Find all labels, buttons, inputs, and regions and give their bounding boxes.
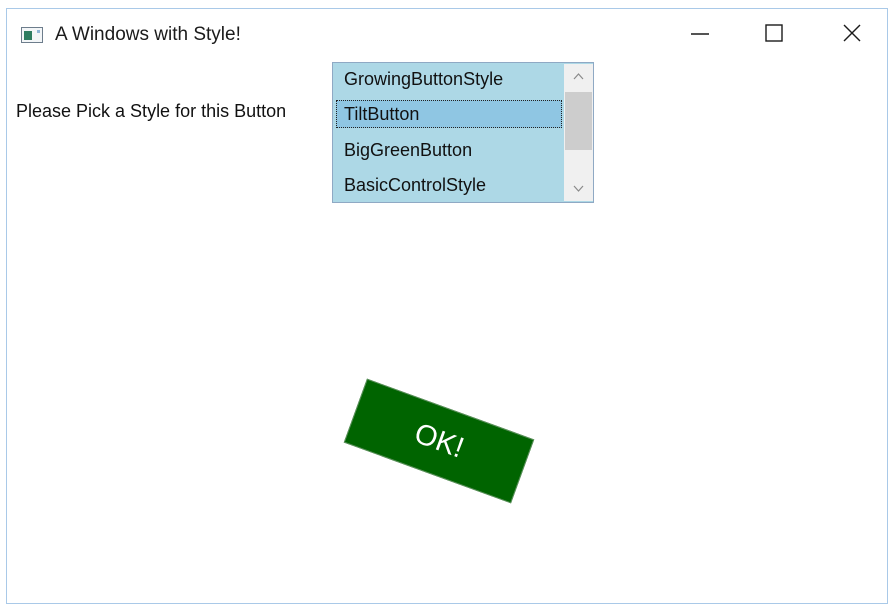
window-title: A Windows with Style! xyxy=(55,24,241,45)
close-icon xyxy=(843,24,861,42)
chevron-down-icon xyxy=(573,185,584,192)
listbox-scrollbar[interactable] xyxy=(564,64,593,201)
scroll-thumb[interactable] xyxy=(565,92,592,150)
list-item-big-green-button[interactable]: BigGreenButton xyxy=(336,136,562,164)
scroll-up-button[interactable] xyxy=(564,64,593,90)
title-bar[interactable]: A Windows with Style! xyxy=(7,9,887,55)
ok-button-label: OK! xyxy=(410,416,469,465)
minimize-button[interactable] xyxy=(663,9,737,55)
maximize-icon xyxy=(765,24,783,42)
scroll-down-button[interactable] xyxy=(564,175,593,201)
list-item-basic-control-style[interactable]: BasicControlStyle xyxy=(336,171,562,199)
maximize-button[interactable] xyxy=(737,9,811,55)
list-item-tilt-button[interactable]: TiltButton xyxy=(336,100,562,128)
minimize-icon xyxy=(691,33,709,35)
prompt-label: Please Pick a Style for this Button xyxy=(16,101,287,121)
style-listbox[interactable]: GrowingButtonStyle TiltButton BigGreenBu… xyxy=(332,62,594,203)
ok-button[interactable]: OK! xyxy=(343,378,535,504)
chevron-up-icon xyxy=(573,73,584,80)
app-window: A Windows with Style! Please Pick a Styl… xyxy=(6,8,888,604)
list-item-growing-button-style[interactable]: GrowingButtonStyle xyxy=(336,65,562,93)
app-window-icon xyxy=(21,27,43,43)
close-button[interactable] xyxy=(815,9,889,55)
